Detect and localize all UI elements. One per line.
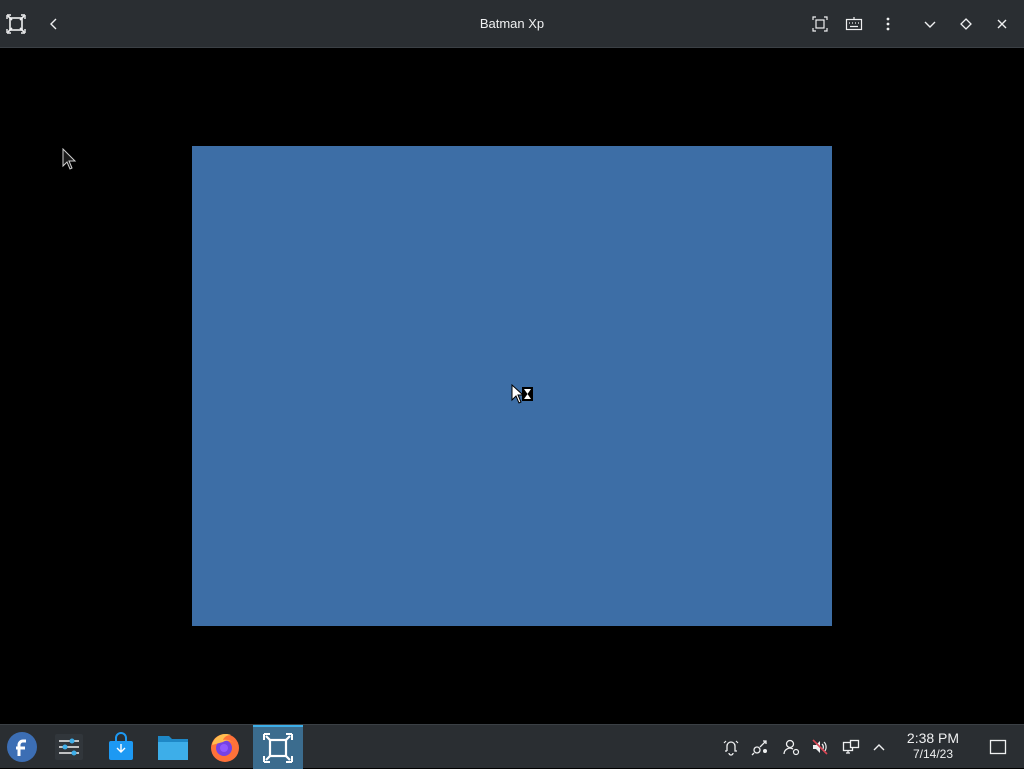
- vm-viewport: [0, 48, 1024, 724]
- user-icon[interactable]: [781, 737, 801, 757]
- maximize-button[interactable]: [950, 8, 982, 40]
- folder-icon: [158, 736, 188, 760]
- taskbar: 2:38 PM 7/14/23: [0, 724, 1024, 769]
- settings-sliders-icon: [55, 734, 83, 760]
- virt-manager-icon: [6, 14, 26, 34]
- fullscreen-button[interactable]: [804, 8, 836, 40]
- keyboard-icon: [845, 17, 863, 31]
- fedora-logo-icon: [7, 732, 37, 762]
- taskbar-system-settings[interactable]: [44, 725, 94, 769]
- more-vertical-icon: [886, 17, 890, 31]
- busy-cursor-icon: [510, 383, 536, 411]
- taskbar-firefox[interactable]: [200, 725, 250, 769]
- store-bag-icon: [109, 732, 133, 760]
- close-button[interactable]: [986, 8, 1018, 40]
- window-titlebar: Batman Xp: [0, 0, 1024, 48]
- firefox-icon: [211, 734, 239, 762]
- fullscreen-icon: [812, 16, 828, 32]
- display-icon[interactable]: [841, 737, 861, 757]
- diamond-icon: [960, 18, 972, 30]
- minimize-button[interactable]: [914, 8, 946, 40]
- application-launcher[interactable]: [0, 725, 44, 769]
- notifications-icon[interactable]: [721, 737, 741, 757]
- chevron-up-icon[interactable]: [869, 737, 889, 757]
- clock-time: 2:38 PM: [906, 730, 960, 746]
- send-keys-button[interactable]: [838, 8, 870, 40]
- back-arrow-icon: [50, 18, 57, 30]
- taskbar-boxes[interactable]: [253, 725, 303, 769]
- taskbar-file-manager[interactable]: [148, 725, 198, 769]
- chevron-down-icon: [924, 21, 936, 28]
- app-icon[interactable]: [0, 8, 32, 40]
- taskbar-discover[interactable]: [96, 725, 146, 769]
- digital-clock[interactable]: 2:38 PM 7/14/23: [898, 730, 968, 761]
- virt-manager-icon: [263, 733, 293, 763]
- menu-button[interactable]: [872, 8, 904, 40]
- back-button[interactable]: [38, 8, 70, 40]
- mouse-pointer-icon: [62, 147, 78, 177]
- show-desktop-icon[interactable]: [988, 737, 1008, 757]
- clock-date: 7/14/23: [912, 747, 954, 761]
- volume-muted-icon[interactable]: [810, 737, 830, 757]
- vm-display[interactable]: [192, 146, 832, 626]
- window-title: Batman Xp: [479, 16, 545, 31]
- network-icon[interactable]: [750, 737, 770, 757]
- close-icon: [997, 19, 1007, 29]
